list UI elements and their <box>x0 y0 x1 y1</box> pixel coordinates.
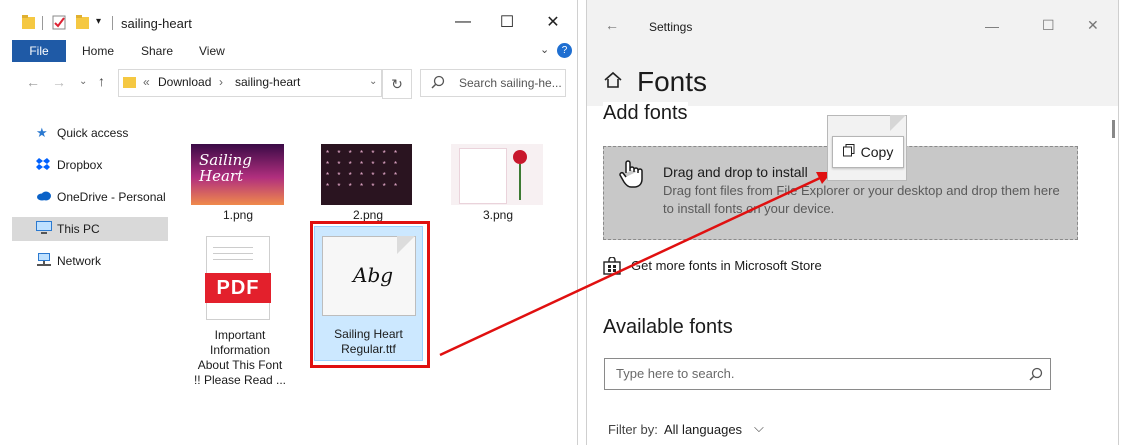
copy-icon <box>842 144 855 160</box>
copy-label: Copy <box>860 144 894 160</box>
copy-tooltip: Copy <box>832 136 904 168</box>
drag-arrow <box>439 172 832 357</box>
